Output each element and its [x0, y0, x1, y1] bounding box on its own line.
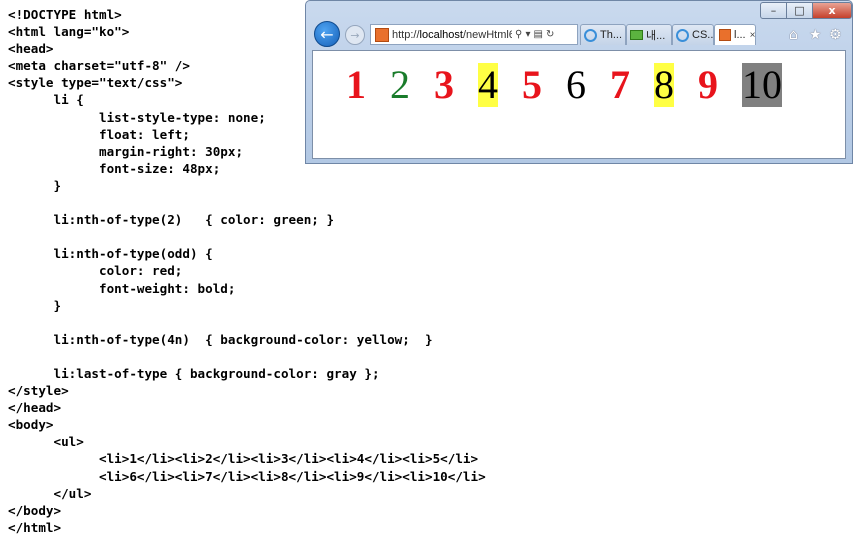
code-line: font-weight: bold;	[8, 280, 236, 296]
list-item: 5	[522, 62, 542, 107]
refresh-icon[interactable]: ↻	[546, 29, 554, 40]
url-prefix: http://	[392, 28, 420, 41]
forward-button[interactable]: →	[345, 25, 365, 45]
minimize-button[interactable]: –	[760, 2, 787, 19]
list-item: 2	[390, 62, 410, 107]
tools-gear-icon[interactable]: ⚙	[829, 27, 842, 43]
code-line: </body>	[8, 502, 62, 518]
tab-2[interactable]: 내...	[626, 24, 672, 45]
code-line: </ul>	[8, 485, 92, 501]
maximize-button[interactable]: □	[786, 2, 813, 19]
list-item: 6	[566, 62, 586, 107]
list-item: 4	[478, 62, 498, 107]
tab-label: CS...	[692, 29, 714, 41]
back-arrow-icon: ←	[320, 24, 334, 44]
green-page-icon	[630, 30, 643, 40]
list-item: 8	[654, 62, 674, 107]
code-line: <ul>	[8, 434, 84, 450]
code-line: li:nth-of-type(4n) { background-color: y…	[8, 331, 433, 347]
close-button[interactable]: x	[812, 2, 852, 19]
code-line: li:last-of-type { background-color: gray…	[8, 365, 380, 381]
tab-label: 내...	[646, 30, 666, 42]
code-line: color: red;	[8, 263, 183, 279]
code-line: <li>6</li><li>7</li><li>8</li><li>9</li>…	[8, 468, 486, 484]
browser-window: – □ x ← → http://localhost/newHtml6, ⚲ ▾…	[305, 0, 853, 164]
back-button[interactable]: ←	[314, 21, 340, 47]
home-icon[interactable]: ⌂	[789, 27, 798, 43]
list-item: 10	[742, 62, 782, 107]
ie-icon	[676, 28, 689, 42]
address-url[interactable]: http://localhost/newHtml6,	[392, 29, 512, 41]
code-line: <body>	[8, 417, 54, 433]
ie-icon	[584, 28, 597, 42]
code-line: </head>	[8, 400, 62, 416]
tab-label: l...	[734, 29, 746, 41]
navigation-bar: ← → http://localhost/newHtml6, ⚲ ▾ ▤ ↻ T…	[306, 19, 852, 49]
address-bar[interactable]: http://localhost/newHtml6, ⚲ ▾ ▤ ↻	[370, 24, 578, 45]
url-path: /newHtml6,	[462, 28, 512, 41]
list-item: 3	[434, 62, 454, 107]
search-icon[interactable]: ⚲ ▾	[515, 29, 531, 40]
list-item: 7	[610, 62, 630, 107]
code-line: li:nth-of-type(odd) {	[8, 246, 213, 262]
close-tab-icon[interactable]: ×	[750, 30, 755, 41]
rendered-list: 1 2 3 4 5 6 7 8 9 10	[346, 63, 782, 107]
page-viewport: 1 2 3 4 5 6 7 8 9 10	[312, 50, 846, 159]
code-line: li:nth-of-type(2) { color: green; }	[8, 212, 335, 228]
code-line: </style>	[8, 383, 69, 399]
html-page-icon	[375, 27, 389, 42]
tab-4-active[interactable]: l... ×	[714, 24, 756, 45]
code-line: </html>	[8, 519, 62, 535]
compatibility-view-icon[interactable]: ▤	[534, 29, 543, 40]
list-item: 9	[698, 62, 718, 107]
tab-1[interactable]: Th...	[580, 24, 626, 45]
tab-label: Th...	[600, 29, 623, 41]
favorites-star-icon[interactable]: ★	[809, 27, 822, 43]
code-line: <li>1</li><li>2</li><li>3</li><li>4</li>…	[8, 451, 479, 467]
list-item: 1	[346, 62, 366, 107]
html-page-icon	[719, 29, 731, 41]
code-line: }	[8, 177, 62, 193]
url-host: localhost	[419, 28, 463, 41]
forward-arrow-icon: →	[350, 28, 360, 42]
code-line: }	[8, 297, 62, 313]
tab-3[interactable]: CS...	[672, 24, 714, 45]
